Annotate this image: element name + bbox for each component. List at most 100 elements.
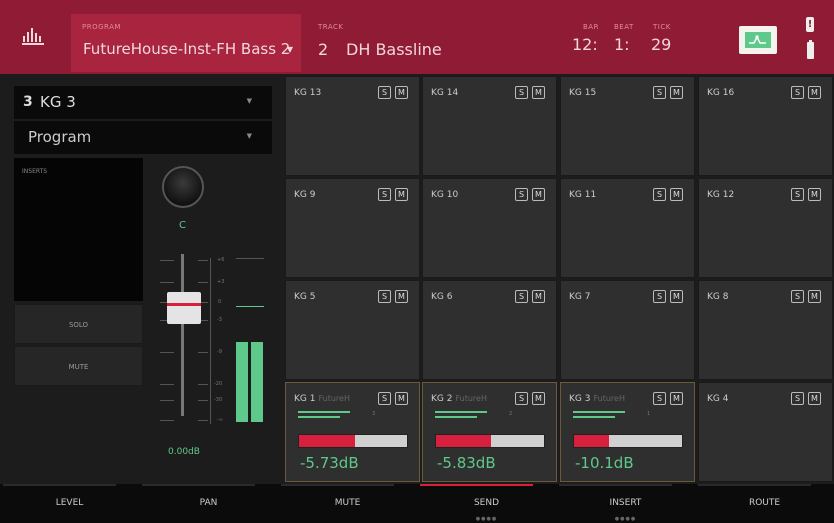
tab-send[interactable]: SEND ●●●● [417, 484, 556, 523]
pad-name: KG 4 [707, 394, 729, 404]
pad-kg-4[interactable]: KG 4 SM [698, 382, 833, 482]
pad-kg-6[interactable]: KG 6 SM [422, 280, 557, 380]
pad-solo-button[interactable]: S [515, 86, 528, 99]
pad-name: KG 13 [294, 88, 322, 98]
send-level-bar[interactable] [573, 434, 683, 448]
pad-solo-button[interactable]: S [515, 392, 528, 405]
scale-label: +6 [217, 257, 225, 263]
track-number[interactable]: 2 [318, 40, 328, 59]
pad-kg-12[interactable]: KG 12 S M [698, 178, 833, 278]
pan-knob[interactable] [162, 166, 204, 208]
pad-kg-10[interactable]: KG 10 S M [422, 178, 557, 278]
level-fader-cap[interactable] [167, 292, 201, 324]
pad-title: KG 1 FutureH [294, 394, 350, 404]
pad-mute-button[interactable]: M [395, 188, 408, 201]
level-meter-right [251, 342, 263, 422]
pad-solo-button[interactable]: S [653, 188, 666, 201]
pad-mute-button[interactable]: M [808, 290, 821, 303]
send-level-line [298, 416, 340, 418]
pad-solo-button[interactable]: S [378, 86, 391, 99]
pad-name: KG 3 [569, 394, 591, 404]
pad-mute-button[interactable]: M [395, 86, 408, 99]
program-name: FutureHouse-Inst-FH Bass 2 [83, 40, 291, 58]
pad-kg-11[interactable]: KG 11 S M [560, 178, 695, 278]
pad-solo-button[interactable]: S [653, 392, 666, 405]
pad-mute-button[interactable]: M [670, 290, 683, 303]
mixer-source-selector[interactable]: Program ▼ [14, 121, 272, 154]
pad-mute-button[interactable]: M [808, 392, 821, 405]
pad-kg-9[interactable]: KG 9 SM [285, 178, 420, 278]
pad-name: KG 5 [294, 292, 316, 302]
pad-solo-button[interactable]: S [515, 188, 528, 201]
pad-kg-5[interactable]: KG 5 SM [285, 280, 420, 380]
automation-read-icon[interactable] [739, 26, 777, 54]
pad-solo-button[interactable]: S [791, 188, 804, 201]
pad-solo-button[interactable]: S [653, 86, 666, 99]
pad-solo-button[interactable]: S [791, 392, 804, 405]
pad-kg-2[interactable]: KG 2 FutureH S M 2 -5.83dB [422, 382, 557, 482]
pan-value: C [179, 220, 186, 231]
pad-solo-button[interactable]: S [378, 392, 391, 405]
scale-label: 0 [218, 299, 222, 305]
scale-label: +3 [217, 279, 225, 285]
pad-name: KG 15 [569, 88, 597, 98]
pad-kg-7[interactable]: KG 7 SM [560, 280, 695, 380]
tab-route[interactable]: ROUTE [695, 484, 834, 523]
tab-label: PAN [199, 498, 218, 508]
pad-mute-button[interactable]: M [532, 290, 545, 303]
pad-solo-button[interactable]: S [378, 290, 391, 303]
pad-mute-button[interactable]: M [532, 392, 545, 405]
pad-mute-button[interactable]: M [670, 188, 683, 201]
tab-indicator [142, 484, 255, 486]
pad-solo-button[interactable]: S [791, 86, 804, 99]
pad-mute-button[interactable]: M [808, 86, 821, 99]
program-label: PROGRAM [82, 23, 121, 31]
keygroup-selector[interactable]: 3 KG 3 ▼ [14, 86, 272, 119]
tab-pan[interactable]: PAN [139, 484, 278, 523]
pad-solo-button[interactable]: S [515, 290, 528, 303]
pad-kg-8[interactable]: KG 8 SM [698, 280, 833, 380]
pad-name: KG 12 [707, 190, 735, 200]
pad-mute-button[interactable]: M [670, 86, 683, 99]
tab-mute[interactable]: MUTE [278, 484, 417, 523]
send-level-db: -5.73dB [300, 454, 359, 472]
pad-kg-16[interactable]: KG 16 S M [698, 76, 833, 176]
inserts-panel[interactable]: INSERTS [14, 158, 143, 301]
tab-level[interactable]: LEVEL [0, 484, 139, 523]
level-fader-track[interactable] [181, 254, 184, 416]
send-level-bar[interactable] [298, 434, 408, 448]
mute-label: MUTE [68, 363, 89, 371]
track-name[interactable]: DH Bassline [346, 40, 442, 59]
pad-name: KG 7 [569, 292, 591, 302]
mpc-logo-icon[interactable] [22, 26, 44, 46]
mute-button[interactable]: MUTE [14, 346, 143, 386]
alert-icon[interactable]: ! [806, 17, 814, 32]
pad-mute-button[interactable]: M [395, 290, 408, 303]
tick-value[interactable]: 29 [651, 35, 671, 54]
pad-kg-13[interactable]: KG 13 S M [285, 76, 420, 176]
battery-icon [807, 40, 814, 59]
pad-mute-button[interactable]: M [532, 188, 545, 201]
tab-insert[interactable]: INSERT ●●●● [556, 484, 695, 523]
pad-mute-button[interactable]: M [532, 86, 545, 99]
pad-kg-1[interactable]: KG 1 FutureH S M 3 -5.73dB [285, 382, 420, 482]
send-level-bar[interactable] [435, 434, 545, 448]
pad-mute-button[interactable]: M [670, 392, 683, 405]
pad-solo-button[interactable]: S [791, 290, 804, 303]
pad-mute-button[interactable]: M [808, 188, 821, 201]
pad-kg-14[interactable]: KG 14 S M [422, 76, 557, 176]
pad-kg-3[interactable]: KG 3 FutureH S M 1 -10.1dB [560, 382, 695, 482]
scale-label: -3 [217, 317, 222, 323]
program-selector[interactable]: PROGRAM FutureHouse-Inst-FH Bass 2 ▼ [71, 14, 301, 72]
pad-name: KG 8 [707, 292, 729, 302]
solo-button[interactable]: SOLO [14, 304, 143, 344]
bar-value[interactable]: 12: [572, 35, 598, 54]
tab-label: INSERT [609, 498, 642, 508]
pad-mute-button[interactable]: M [395, 392, 408, 405]
pad-kg-15[interactable]: KG 15 S M [560, 76, 695, 176]
scale-label: -30 [214, 397, 223, 403]
pad-program-name: FutureH [593, 394, 625, 403]
pad-solo-button[interactable]: S [653, 290, 666, 303]
beat-value[interactable]: 1: [614, 35, 630, 54]
pad-solo-button[interactable]: S [378, 188, 391, 201]
